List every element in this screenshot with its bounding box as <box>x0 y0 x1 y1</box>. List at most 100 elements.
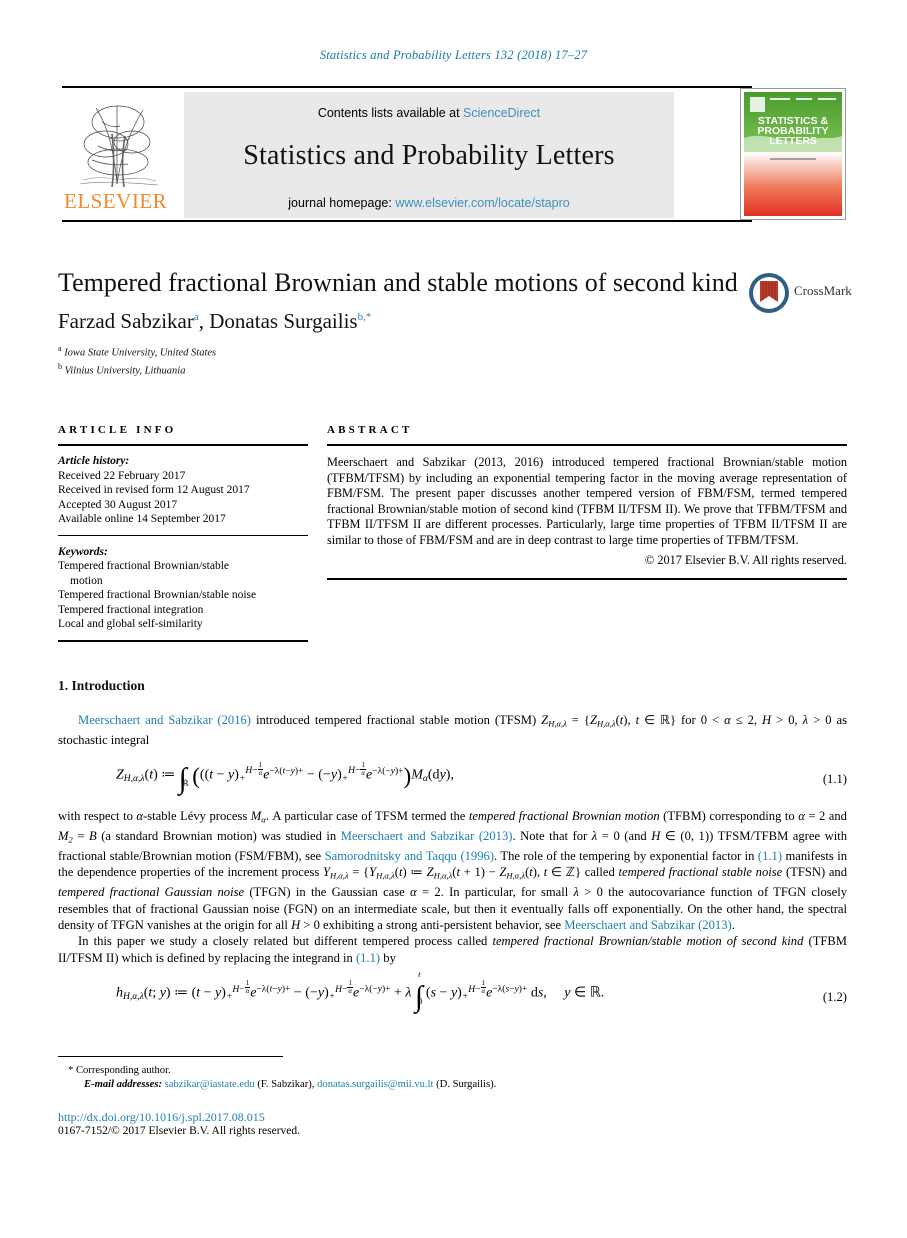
p2-h: (and <box>619 829 652 844</box>
masthead-rule-top <box>62 86 752 88</box>
cover-art: STATISTICS & PROBABILITY LETTERS <box>744 92 842 216</box>
journal-cover-thumbnail: STATISTICS & PROBABILITY LETTERS <box>740 88 846 220</box>
footnote-rule <box>58 1056 283 1057</box>
equation-1-2-number: (1.2) <box>822 989 847 1004</box>
keyword-item: Tempered fractional Brownian/stable <box>58 560 229 572</box>
crossmark-label: CrossMark <box>794 283 852 298</box>
affiliation-b-mark: b <box>58 361 62 371</box>
p2-e: and <box>825 809 847 824</box>
crossmark-icon[interactable] <box>748 272 790 314</box>
equation-reference[interactable]: (1.1) <box>758 849 782 863</box>
p2-q: exhibiting a strong anti-persistent beha… <box>319 918 565 933</box>
crossmark-badge[interactable]: CrossMark <box>748 272 852 314</box>
title-block: Tempered fractional Brownian and stable … <box>58 266 738 377</box>
equation-reference[interactable]: (1.1) <box>356 951 380 965</box>
p2-d: (TFBM) corresponding to <box>659 809 799 824</box>
citation-link[interactable]: Meerschaert and Sabzikar <box>564 918 695 932</box>
journal-homepage-link[interactable]: www.elsevier.com/locate/stapro <box>395 196 569 210</box>
history-item: Accepted 30 August 2017 <box>58 498 178 511</box>
math-inline: 0 < α ≤ 2, H > 0, λ > 0 <box>700 713 832 727</box>
paper-page: Statistics and Probability Letters 132 (… <box>0 0 907 1238</box>
p2-a: with respect to <box>58 809 137 824</box>
abstract-rule-bottom <box>327 577 847 580</box>
affiliation-b: b Vilnius University, Lithuania <box>58 360 738 378</box>
p2-r: . <box>731 918 735 933</box>
keyword-item: Tempered fractional Brownian/stable nois… <box>58 589 257 601</box>
author-list: Farzad Sabzikara, Donatas Surgailisb,* <box>58 309 738 334</box>
citation-year[interactable]: (2013) <box>698 918 732 932</box>
author-2-affil-mark: b,* <box>357 311 372 323</box>
citation-link[interactable]: Samorodnitsky and Taqqu <box>325 849 457 863</box>
citation-year[interactable]: (2013) <box>479 829 513 843</box>
paragraph-2: with respect to α-stable Lévy process Mα… <box>58 809 848 933</box>
affiliation-a-text: Iowa State University, United States <box>64 347 217 359</box>
section-title: 1. Introduction <box>58 678 145 693</box>
doi-link[interactable]: http://dx.doi.org/10.1016/j.spl.2017.08.… <box>58 1110 847 1125</box>
equation-1-1-number: (1.1) <box>822 771 847 786</box>
history-item: Available online 14 September 2017 <box>58 513 226 525</box>
email-addresses-note: E-mail addresses: sabzikar@iastate.edu (… <box>58 1078 847 1092</box>
page-title: Tempered fractional Brownian and stable … <box>58 268 738 297</box>
email-label: E-mail addresses: <box>84 1079 162 1090</box>
journal-masthead: ELSEVIER Contents lists available at Sci… <box>62 86 846 222</box>
sciencedirect-link[interactable]: ScienceDirect <box>463 106 540 120</box>
article-info-column: ARTICLE INFO Article history: Received 2… <box>58 424 308 642</box>
introduction-section: 1. Introduction Meerschaert and Sabzikar… <box>58 678 847 1026</box>
affiliation-a: a Iowa State University, United States <box>58 342 738 360</box>
citation-link[interactable]: Meerschaert and Sabzikar <box>78 713 212 727</box>
p2-o: . In particular, for small <box>440 885 574 900</box>
corresponding-author-note: * Corresponding author. <box>58 1064 847 1078</box>
paragraph-3: In this paper we study a closely related… <box>58 933 847 966</box>
p2-m: (TFSN) and <box>782 865 848 880</box>
p1-text-b: for <box>676 713 696 727</box>
journal-homepage-line: journal homepage: www.elsevier.com/locat… <box>184 196 674 210</box>
affiliations: a Iowa State University, United States b… <box>58 342 738 377</box>
abstract-column: ABSTRACT Meerschaert and Sabzikar (2013,… <box>327 424 847 580</box>
running-head: Statistics and Probability Letters 132 (… <box>319 48 588 62</box>
p2-l: called <box>581 865 619 880</box>
history-item: Received 22 February 2017 <box>58 469 186 482</box>
p2-g: . Note that for <box>512 829 592 844</box>
equation-1-2-body: hH,α,λ(t; y) ≔ (t − y)+H− 1 α e−λ(t−y)+ − (… <box>116 968 605 1014</box>
footnote-star-mark: * <box>68 1065 74 1076</box>
journal-title: Statistics and Probability Letters <box>243 140 615 171</box>
email-1-owner: (F. Sabzikar), <box>254 1079 318 1090</box>
abstract-copyright: © 2017 Elsevier B.V. All rights reserved… <box>644 552 847 567</box>
p2-c: . A particular case of TFSM termed the <box>265 809 469 824</box>
p2-b: -stable Lévy process <box>143 809 251 824</box>
article-info-rule-bottom <box>58 639 308 642</box>
email-link-1[interactable]: sabzikar@iastate.edu <box>165 1079 255 1090</box>
contents-available-line: Contents lists available at ScienceDirec… <box>184 106 674 120</box>
elsevier-logo: ELSEVIER <box>62 92 174 218</box>
author-separator: , <box>198 309 210 333</box>
abstract-text: Meerschaert and Sabzikar (2013, 2016) in… <box>327 455 847 547</box>
svg-text:LETTERS: LETTERS <box>769 135 817 147</box>
citation-link[interactable]: Meerschaert and Sabzikar <box>341 829 475 843</box>
history-item: Received in revised form 12 August 2017 <box>58 484 250 496</box>
contents-prefix: Contents lists available at <box>317 106 464 120</box>
keywords-block: Keywords: Tempered fractional Brownian/s… <box>58 545 308 632</box>
homepage-prefix: journal homepage: <box>288 196 396 210</box>
article-info-rule-mid <box>58 534 308 536</box>
p3-a: In this paper we study a closely related… <box>78 934 493 949</box>
p3-c: by <box>380 950 396 965</box>
keyword-item: Local and global self-similarity <box>58 618 203 630</box>
article-history: Article history: Received 22 February 20… <box>58 454 308 527</box>
citation-year[interactable]: (1996) <box>460 849 494 863</box>
article-info-heading: ARTICLE INFO <box>58 424 177 436</box>
p2-italic-1: tempered fractional Brownian motion <box>468 809 660 824</box>
math-inline: ZH,α,λ = {ZH,α,λ(t), t ∈ ℝ} <box>541 713 677 729</box>
corresponding-author-text: Corresponding author. <box>75 1065 171 1076</box>
p3-italic: tempered fractional Brownian/stable moti… <box>492 934 804 949</box>
affiliation-b-text: Vilnius University, Lithuania <box>64 365 186 376</box>
author-2: Donatas Surgailis <box>209 309 358 333</box>
keyword-item: Tempered fractional integration <box>58 603 204 616</box>
p2-italic-3: tempered fractional Gaussian noise <box>58 885 245 900</box>
equation-1-1: ZH,α,λ(t) ≔ ∫ ℝ (((t − y)+H− 1 α e−λ(t−y)+ −… <box>58 762 847 796</box>
email-link-2[interactable]: donatas.surgailis@mii.vu.lt <box>317 1079 433 1090</box>
elsevier-tree-icon <box>79 105 159 188</box>
keyword-item-continuation: motion <box>70 574 103 587</box>
issn-copyright-line: 0167-7152/© 2017 Elsevier B.V. All right… <box>58 1125 301 1137</box>
p2-f: (a standard Brownian motion) was studied… <box>96 829 341 844</box>
citation-year[interactable]: (2016) <box>217 713 251 727</box>
